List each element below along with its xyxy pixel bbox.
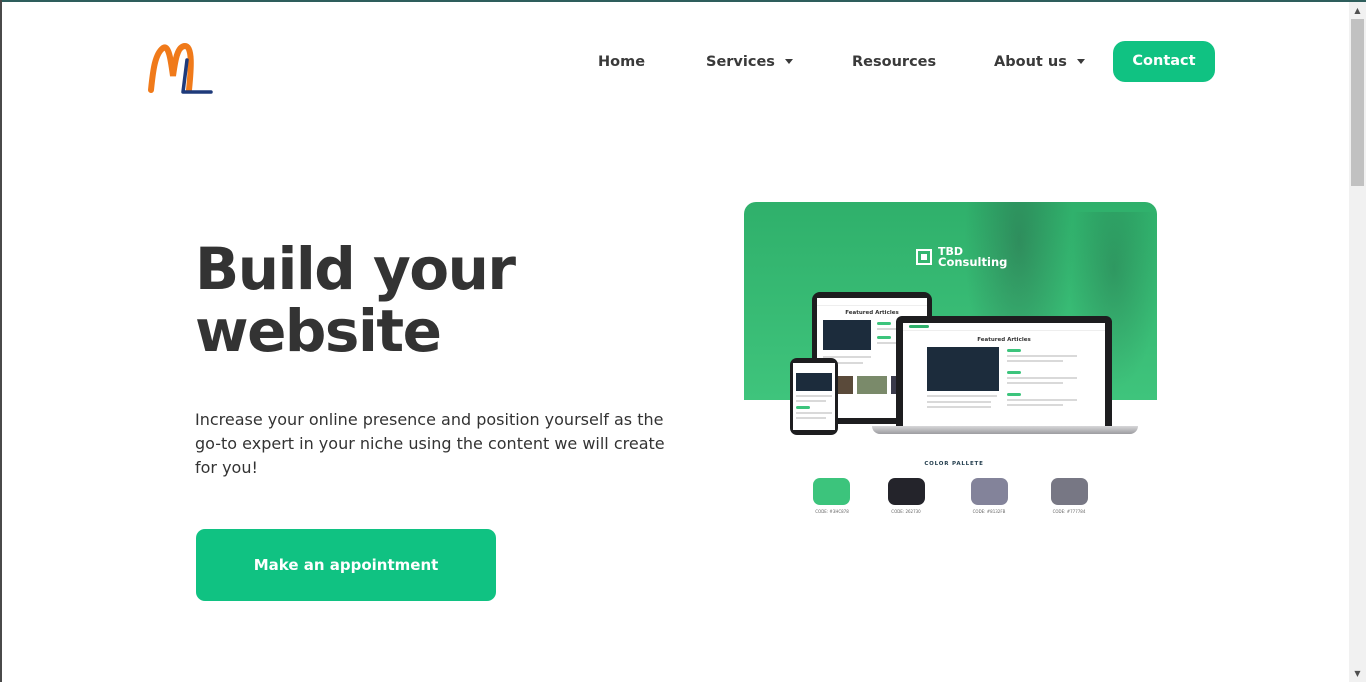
mockup-brand: TBD Consulting [916,246,1007,268]
hero-title-line2: website [195,297,442,365]
page-scrollbar[interactable]: ▲ ▼ [1349,2,1366,682]
color-swatch [813,478,850,505]
contact-button[interactable]: Contact [1113,41,1215,82]
scroll-up-arrow-icon[interactable]: ▲ [1349,2,1366,19]
laptop-screen: Featured Articles [903,323,1105,428]
nav-about-us[interactable]: About us [994,54,1085,70]
window-left-border [0,0,2,682]
swatch-label: CODE: 262730 [891,509,921,514]
palette-title: COLOR PALLETE [924,461,984,467]
chevron-down-icon [1076,59,1085,64]
laptop-screen-title: Featured Articles [977,337,1031,343]
nav-home-label: Home [598,53,646,70]
nav-resources-label: Resources [852,53,937,70]
website-mockup-image: TBD Consulting Featured Articles Feature… [744,202,1157,522]
window-top-border [0,0,1366,2]
nav-services[interactable]: Services [706,54,793,70]
nav-resources[interactable]: Resources [852,54,936,70]
swatch-label: CODE: #8132FB [972,509,1006,514]
mockup-brand-line2: Consulting [938,255,1008,269]
chevron-down-icon [784,59,793,64]
make-appointment-button[interactable]: Make an appointment [196,529,496,601]
hero-description: Increase your online presence and positi… [195,410,665,477]
mockup-laptop-base [872,426,1138,434]
scrollbar-thumb[interactable] [1351,19,1364,186]
color-swatch [971,478,1008,505]
brand-square-icon [916,249,932,265]
mockup-phone [790,358,838,435]
color-swatch [888,478,925,505]
hero-title: Build your website [195,238,615,362]
scroll-down-arrow-icon[interactable]: ▼ [1349,665,1366,682]
hero-title-line1: Build your [195,235,516,303]
phone-screen [793,363,835,430]
nav-about-label: About us [994,53,1067,70]
logo-mark [148,42,213,94]
nav-home[interactable]: Home [598,54,645,70]
site-logo[interactable] [147,40,215,98]
swatch-label: CODE: #777784 [1052,509,1086,514]
mockup-laptop: Featured Articles [896,316,1112,428]
color-swatch [1051,478,1088,505]
swatch-label: CODE: #3HC878 [815,509,849,514]
nav-services-label: Services [706,53,775,70]
